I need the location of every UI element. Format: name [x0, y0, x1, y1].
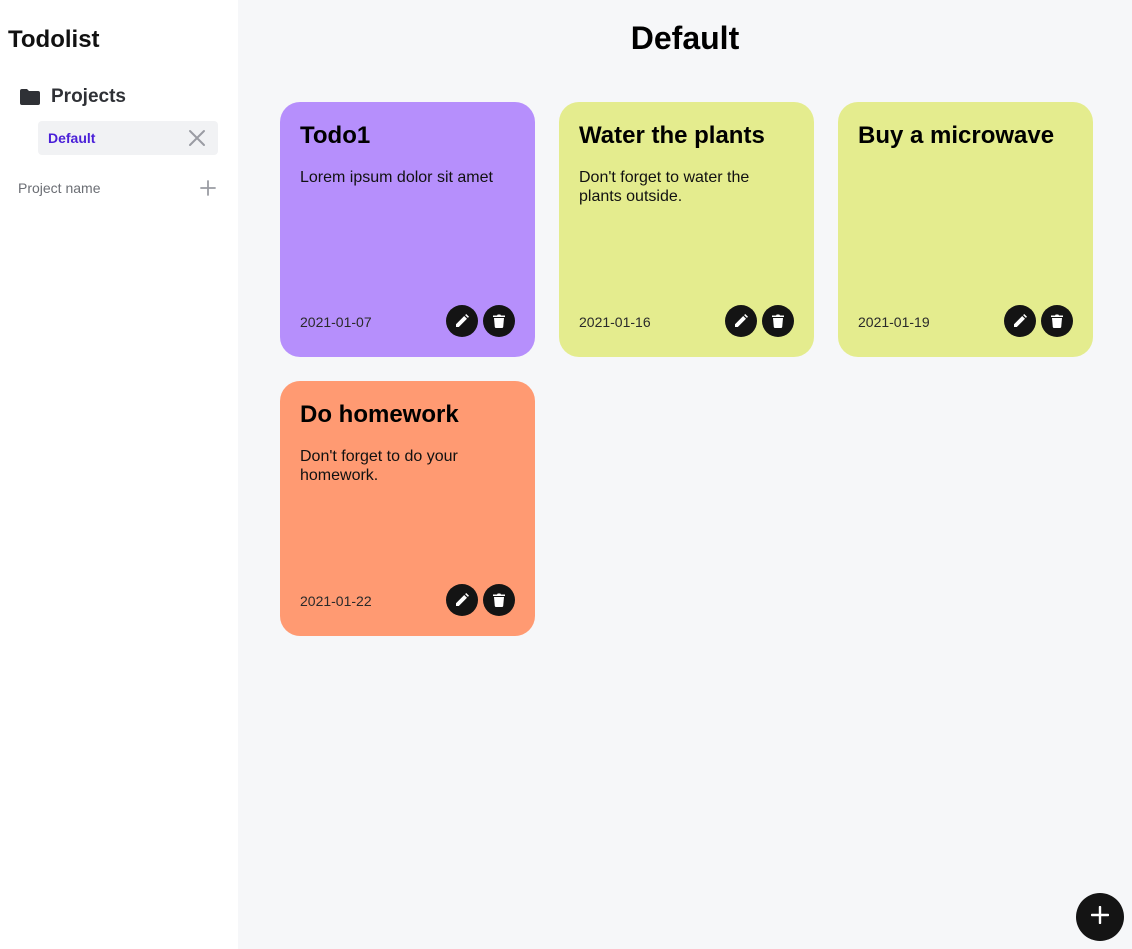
projects-label: Projects [51, 86, 126, 107]
todo-date: 2021-01-19 [858, 314, 930, 330]
todo-actions [1004, 305, 1073, 337]
todo-date: 2021-01-07 [300, 314, 372, 330]
sidebar: Todolist Projects Default [0, 0, 238, 949]
todo-date: 2021-01-16 [579, 314, 651, 330]
trash-icon [493, 314, 505, 328]
edit-button[interactable] [446, 584, 478, 616]
todo-card[interactable]: Do homework Don't forget to do your home… [280, 381, 535, 636]
todo-title: Water the plants [579, 122, 765, 149]
add-project-icon[interactable] [200, 180, 216, 196]
pencil-icon [734, 314, 748, 328]
todo-title: Do homework [300, 401, 459, 428]
plus-icon [1090, 905, 1110, 929]
trash-icon [1051, 314, 1063, 328]
project-item-default[interactable]: Default [38, 121, 218, 155]
trash-icon [772, 314, 784, 328]
pencil-icon [455, 314, 469, 328]
todo-title: Todo1 [300, 122, 371, 149]
todo-actions [446, 584, 515, 616]
project-item-label: Default [48, 130, 96, 146]
project-name-input[interactable] [18, 180, 178, 196]
delete-button[interactable] [1041, 305, 1073, 337]
todo-description: Don't forget to water the plants outside… [579, 169, 750, 205]
close-icon[interactable] [188, 129, 206, 147]
add-todo-button[interactable] [1076, 893, 1124, 941]
todo-date: 2021-01-22 [300, 593, 372, 609]
new-project-row [18, 176, 216, 200]
todo-description: Lorem ipsum dolor sit amet [300, 169, 493, 186]
app-title: Todolist [8, 26, 100, 53]
todo-grid: Todo1 Lorem ipsum dolor sit amet 2021-01… [280, 102, 1093, 636]
folder-icon [19, 88, 41, 106]
main-content: Default Todo1 Lorem ipsum dolor sit amet… [238, 0, 1132, 949]
edit-button[interactable] [446, 305, 478, 337]
trash-icon [493, 593, 505, 607]
delete-button[interactable] [762, 305, 794, 337]
todo-card[interactable]: Todo1 Lorem ipsum dolor sit amet 2021-01… [280, 102, 535, 357]
todo-card[interactable]: Water the plants Don't forget to water t… [559, 102, 814, 357]
todo-card[interactable]: Buy a microwave 2021-01-19 [838, 102, 1093, 357]
todo-title: Buy a microwave [858, 122, 1055, 149]
todo-actions [446, 305, 515, 337]
pencil-icon [455, 593, 469, 607]
pencil-icon [1013, 314, 1027, 328]
edit-button[interactable] [725, 305, 757, 337]
todo-description: Don't forget to do your homework. [300, 448, 458, 484]
page-title: Default [630, 20, 740, 56]
todo-actions [725, 305, 794, 337]
edit-button[interactable] [1004, 305, 1036, 337]
projects-header: Projects [19, 86, 126, 108]
delete-button[interactable] [483, 305, 515, 337]
delete-button[interactable] [483, 584, 515, 616]
